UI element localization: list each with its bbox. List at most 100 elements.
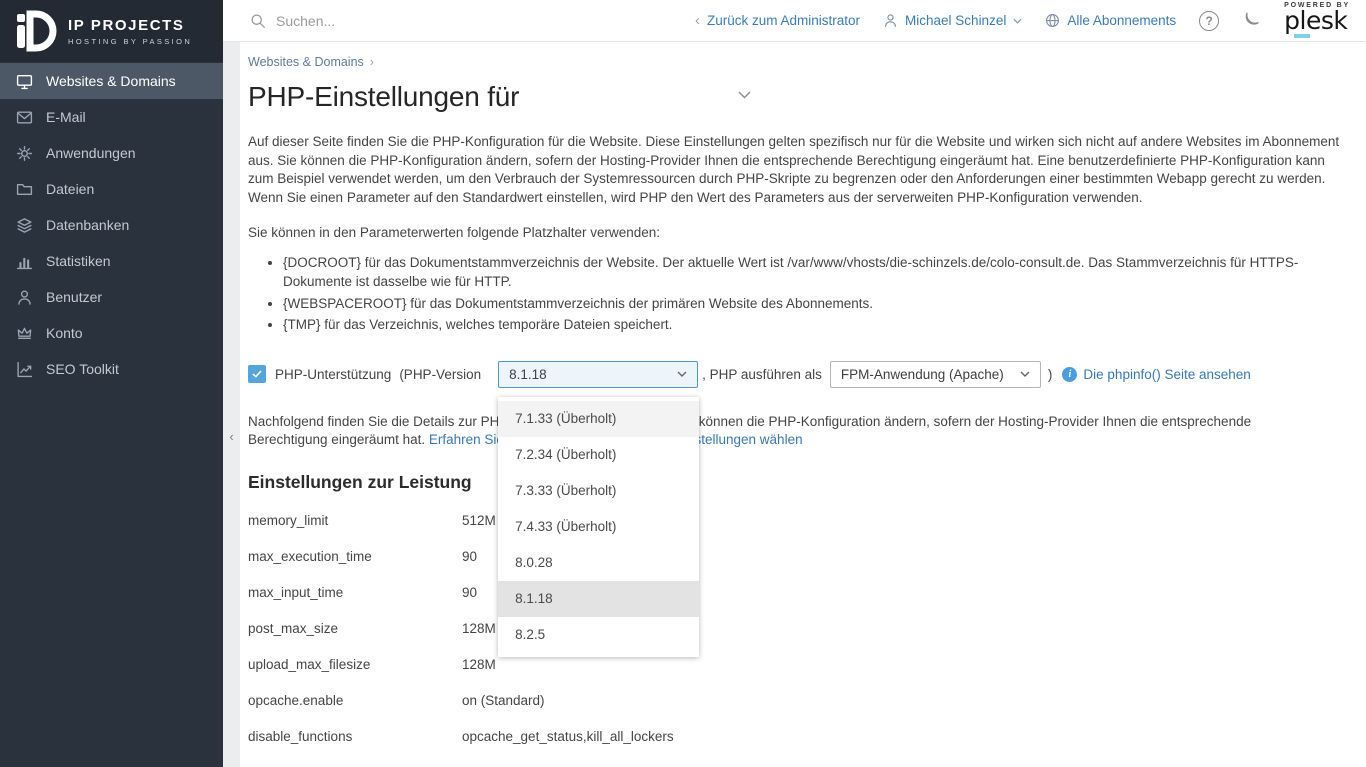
crown-icon	[16, 325, 33, 342]
sidebar-item-label: Dateien	[46, 181, 94, 197]
sidebar-item-label: Statistiken	[46, 253, 111, 269]
globe-icon	[1045, 13, 1060, 28]
sidebar-item-dateien[interactable]: Dateien	[0, 171, 223, 207]
chevron-down-icon	[677, 371, 687, 377]
sidebar-item-seo-toolkit[interactable]: SEO Toolkit	[0, 351, 223, 387]
setting-value: 128M	[462, 621, 496, 636]
user-icon	[16, 289, 33, 306]
chevron-down-icon	[1020, 371, 1030, 377]
breadcrumb: Websites & Domains ›	[248, 55, 1342, 69]
dropdown-option[interactable]: 7.1.33 (Überholt)	[498, 401, 699, 437]
sidebar-item-label: SEO Toolkit	[46, 361, 119, 377]
close-paren: )	[1048, 367, 1053, 382]
breadcrumb-websites-domains[interactable]: Websites & Domains	[248, 55, 364, 69]
search-placeholder: Suchen...	[276, 13, 335, 29]
sidebar-item-datenbanken[interactable]: Datenbanken	[0, 207, 223, 243]
logo-title: IP PROJECTS	[68, 17, 192, 34]
mail-icon	[16, 109, 33, 126]
user-icon	[883, 13, 898, 28]
sidebar-item-label: Konto	[46, 325, 83, 341]
sidebar-item-label: Benutzer	[46, 289, 102, 305]
table-row: upload_max_filesize 128M	[248, 647, 1342, 683]
search-icon	[250, 13, 266, 29]
database-icon	[16, 217, 33, 234]
table-row: opcache.enable on (Standard)	[248, 683, 1342, 719]
table-row: disable_functions opcache_get_status,kil…	[248, 719, 1342, 755]
sidebar-item-label: E-Mail	[46, 109, 86, 125]
plesk-logo: POWERED BY plesk	[1284, 2, 1350, 40]
details-paragraph: Nachfolgend finden Sie die Details zur P…	[248, 413, 1342, 450]
php-handler-select[interactable]: FPM-Anwendung (Apache)	[830, 361, 1041, 388]
performance-settings-heading: Einstellungen zur Leistung	[248, 472, 1342, 493]
dropdown-option-selected[interactable]: 8.1.18	[498, 581, 699, 617]
chevron-down-icon	[1013, 18, 1022, 24]
setting-name: upload_max_filesize	[248, 657, 462, 672]
page-title: PHP-Einstellungen für	[248, 81, 1342, 113]
dropdown-option[interactable]: 8.0.28	[498, 545, 699, 581]
php-support-checkbox[interactable]	[248, 365, 266, 383]
table-row: max_input_time 90	[248, 575, 1342, 611]
php-handler-value: FPM-Anwendung (Apache)	[841, 367, 1004, 382]
gear-icon	[16, 145, 33, 162]
info-icon: i	[1062, 367, 1077, 382]
setting-name: post_max_size	[248, 621, 462, 636]
sidebar-item-benutzer[interactable]: Benutzer	[0, 279, 223, 315]
sidebar-item-label: Datenbanken	[46, 217, 129, 233]
collapse-sidebar-handle[interactable]: ‹	[223, 428, 240, 444]
logo-subtitle: HOSTING BY PASSION	[68, 37, 192, 46]
monitor-icon	[16, 73, 33, 90]
sidebar: IP PROJECTS HOSTING BY PASSION Websites …	[0, 0, 223, 767]
setting-value: 90	[462, 549, 477, 564]
sidebar-item-label: Websites & Domains	[46, 73, 176, 89]
back-to-administrator-link[interactable]: ‹ Zurück zum Administrator	[695, 13, 860, 28]
placeholders-list: {DOCROOT} für das Dokumentstammverzeichn…	[248, 254, 1318, 334]
domain-selector[interactable]	[533, 84, 751, 110]
folder-icon	[16, 181, 33, 198]
dropdown-option[interactable]: 8.2.5	[498, 617, 699, 653]
table-row: max_execution_time 90	[248, 539, 1342, 575]
topbar: Suchen... ‹ Zurück zum Administrator Mic…	[223, 0, 1366, 42]
setting-name: disable_functions	[248, 729, 462, 744]
php-version-label: (PHP-Version	[399, 367, 481, 382]
sidebar-item-anwendungen[interactable]: Anwendungen	[0, 135, 223, 171]
dropdown-option[interactable]: 7.3.33 (Überholt)	[498, 473, 699, 509]
sidebar-item-konto[interactable]: Konto	[0, 315, 223, 351]
setting-value: 90	[462, 585, 477, 600]
ip-projects-logo-icon	[13, 9, 57, 53]
list-item: {WEBSPACEROOT} für das Dokumentstammverz…	[283, 295, 1318, 314]
setting-name: max_execution_time	[248, 549, 462, 564]
php-run-as-label: , PHP ausführen als	[702, 367, 822, 382]
sidebar-item-email[interactable]: E-Mail	[0, 99, 223, 135]
table-row: memory_limit 512M	[248, 503, 1342, 539]
ip-projects-logo[interactable]: IP PROJECTS HOSTING BY PASSION	[0, 0, 223, 62]
setting-value: 512M	[462, 513, 496, 528]
setting-value: opcache_get_status,kill_all_lockers	[462, 729, 674, 744]
plesk-wordmark: plesk	[1284, 9, 1350, 33]
php-version-select[interactable]: 8.1.18 7.1.33 (Überholt) 7.2.34 (Überhol…	[498, 361, 698, 388]
breadcrumb-separator: ›	[370, 55, 374, 69]
dropdown-option[interactable]: 7.2.34 (Überholt)	[498, 437, 699, 473]
moon-icon[interactable]	[1242, 11, 1261, 30]
list-item: {TMP} für das Verzeichnis, welches tempo…	[283, 316, 1318, 335]
setting-value: 128M	[462, 657, 496, 672]
php-version-value: 8.1.18	[509, 367, 547, 382]
php-settings-table: memory_limit 512M max_execution_time 90 …	[248, 503, 1342, 755]
search-input[interactable]: Suchen...	[223, 13, 335, 29]
chevron-left-icon: ‹	[695, 13, 700, 28]
phpinfo-link[interactable]: Die phpinfo() Seite ansehen	[1083, 367, 1250, 382]
setting-name: opcache.enable	[248, 693, 462, 708]
setting-name: memory_limit	[248, 513, 462, 528]
dropdown-option[interactable]: 7.4.33 (Überholt)	[498, 509, 699, 545]
php-support-row: PHP-Unterstützung (PHP-Version 8.1.18 7.…	[248, 361, 1342, 388]
php-version-dropdown: 7.1.33 (Überholt) 7.2.34 (Überholt) 7.3.…	[498, 397, 699, 657]
sidebar-item-label: Anwendungen	[46, 145, 136, 161]
table-row: post_max_size 128M	[248, 611, 1342, 647]
help-icon[interactable]: ?	[1199, 11, 1219, 31]
sidebar-item-websites-domains[interactable]: Websites & Domains	[0, 63, 223, 99]
intro-paragraph: Auf dieser Seite finden Sie die PHP-Konf…	[248, 133, 1342, 207]
sidebar-item-statistiken[interactable]: Statistiken	[0, 243, 223, 279]
list-item: {DOCROOT} für das Dokumentstammverzeichn…	[283, 254, 1318, 291]
main-content: Websites & Domains › PHP-Einstellungen f…	[240, 42, 1366, 767]
all-subscriptions-link[interactable]: Alle Abonnements	[1045, 13, 1176, 28]
user-menu[interactable]: Michael Schinzel	[883, 13, 1022, 28]
